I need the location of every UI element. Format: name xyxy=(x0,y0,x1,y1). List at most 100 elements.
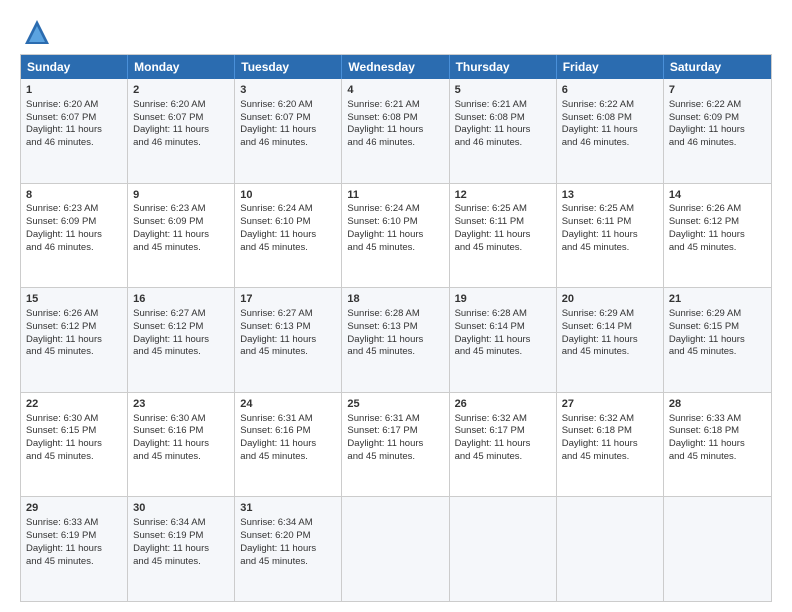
day-number: 9 xyxy=(133,188,229,203)
calendar-row: 22Sunrise: 6:30 AMSunset: 6:15 PMDayligh… xyxy=(21,392,771,497)
day-info-line: Daylight: 11 hours xyxy=(133,124,229,137)
day-info-line: and 45 minutes. xyxy=(26,556,122,569)
day-number: 10 xyxy=(240,188,336,203)
day-number: 16 xyxy=(133,292,229,307)
day-info-line: and 45 minutes. xyxy=(347,242,443,255)
calendar-empty-cell xyxy=(557,497,664,601)
calendar-day-cell: 31Sunrise: 6:34 AMSunset: 6:20 PMDayligh… xyxy=(235,497,342,601)
calendar-header-cell: Thursday xyxy=(450,55,557,79)
day-info-line: Sunset: 6:07 PM xyxy=(240,112,336,125)
day-number: 25 xyxy=(347,397,443,412)
calendar-day-cell: 6Sunrise: 6:22 AMSunset: 6:08 PMDaylight… xyxy=(557,79,664,183)
day-info-line: Sunset: 6:10 PM xyxy=(240,216,336,229)
day-info-line: Sunset: 6:14 PM xyxy=(562,321,658,334)
day-info-line: Daylight: 11 hours xyxy=(669,124,766,137)
day-number: 20 xyxy=(562,292,658,307)
calendar-day-cell: 5Sunrise: 6:21 AMSunset: 6:08 PMDaylight… xyxy=(450,79,557,183)
day-info-line: and 45 minutes. xyxy=(26,346,122,359)
calendar-day-cell: 26Sunrise: 6:32 AMSunset: 6:17 PMDayligh… xyxy=(450,393,557,497)
day-number: 3 xyxy=(240,83,336,98)
day-info-line: Sunrise: 6:20 AM xyxy=(26,99,122,112)
day-info-line: Sunset: 6:18 PM xyxy=(562,425,658,438)
calendar-header-cell: Friday xyxy=(557,55,664,79)
day-info-line: Sunrise: 6:26 AM xyxy=(669,203,766,216)
day-info-line: Sunrise: 6:24 AM xyxy=(347,203,443,216)
day-info-line: Sunset: 6:10 PM xyxy=(347,216,443,229)
calendar-empty-cell xyxy=(450,497,557,601)
day-info-line: and 46 minutes. xyxy=(669,137,766,150)
day-info-line: Daylight: 11 hours xyxy=(240,334,336,347)
logo-icon xyxy=(23,18,51,46)
calendar-day-cell: 7Sunrise: 6:22 AMSunset: 6:09 PMDaylight… xyxy=(664,79,771,183)
day-info-line: Sunset: 6:08 PM xyxy=(562,112,658,125)
day-info-line: Sunrise: 6:32 AM xyxy=(562,413,658,426)
day-info-line: Sunrise: 6:20 AM xyxy=(240,99,336,112)
day-number: 14 xyxy=(669,188,766,203)
day-info-line: Sunset: 6:12 PM xyxy=(26,321,122,334)
page: SundayMondayTuesdayWednesdayThursdayFrid… xyxy=(0,0,792,612)
day-info-line: Sunrise: 6:27 AM xyxy=(133,308,229,321)
day-info-line: and 45 minutes. xyxy=(240,556,336,569)
calendar-row: 15Sunrise: 6:26 AMSunset: 6:12 PMDayligh… xyxy=(21,287,771,392)
day-info-line: Sunset: 6:12 PM xyxy=(133,321,229,334)
day-info-line: and 46 minutes. xyxy=(562,137,658,150)
day-info-line: Sunset: 6:17 PM xyxy=(455,425,551,438)
day-info-line: and 45 minutes. xyxy=(133,242,229,255)
day-info-line: Sunrise: 6:27 AM xyxy=(240,308,336,321)
calendar-day-cell: 4Sunrise: 6:21 AMSunset: 6:08 PMDaylight… xyxy=(342,79,449,183)
calendar-day-cell: 3Sunrise: 6:20 AMSunset: 6:07 PMDaylight… xyxy=(235,79,342,183)
day-info-line: Sunrise: 6:28 AM xyxy=(455,308,551,321)
day-info-line: Daylight: 11 hours xyxy=(455,229,551,242)
calendar-day-cell: 22Sunrise: 6:30 AMSunset: 6:15 PMDayligh… xyxy=(21,393,128,497)
day-info-line: and 45 minutes. xyxy=(562,242,658,255)
calendar-day-cell: 20Sunrise: 6:29 AMSunset: 6:14 PMDayligh… xyxy=(557,288,664,392)
calendar-day-cell: 27Sunrise: 6:32 AMSunset: 6:18 PMDayligh… xyxy=(557,393,664,497)
day-info-line: Sunrise: 6:34 AM xyxy=(133,517,229,530)
day-info-line: Sunrise: 6:29 AM xyxy=(669,308,766,321)
day-info-line: Daylight: 11 hours xyxy=(240,438,336,451)
day-info-line: Daylight: 11 hours xyxy=(562,124,658,137)
calendar-day-cell: 21Sunrise: 6:29 AMSunset: 6:15 PMDayligh… xyxy=(664,288,771,392)
day-info-line: Sunset: 6:16 PM xyxy=(240,425,336,438)
day-number: 27 xyxy=(562,397,658,412)
day-info-line: and 46 minutes. xyxy=(26,137,122,150)
day-number: 17 xyxy=(240,292,336,307)
calendar-day-cell: 11Sunrise: 6:24 AMSunset: 6:10 PMDayligh… xyxy=(342,184,449,288)
logo xyxy=(20,18,51,46)
day-number: 8 xyxy=(26,188,122,203)
day-number: 24 xyxy=(240,397,336,412)
day-number: 1 xyxy=(26,83,122,98)
day-info-line: and 45 minutes. xyxy=(133,451,229,464)
day-info-line: and 45 minutes. xyxy=(669,451,766,464)
day-info-line: and 45 minutes. xyxy=(240,451,336,464)
day-info-line: and 45 minutes. xyxy=(240,242,336,255)
day-info-line: Daylight: 11 hours xyxy=(26,229,122,242)
day-info-line: Daylight: 11 hours xyxy=(26,124,122,137)
day-info-line: Daylight: 11 hours xyxy=(133,438,229,451)
day-info-line: Sunset: 6:17 PM xyxy=(347,425,443,438)
day-info-line: and 45 minutes. xyxy=(669,242,766,255)
day-info-line: and 45 minutes. xyxy=(455,346,551,359)
day-info-line: Sunset: 6:19 PM xyxy=(26,530,122,543)
calendar: SundayMondayTuesdayWednesdayThursdayFrid… xyxy=(20,54,772,602)
day-number: 31 xyxy=(240,501,336,516)
day-info-line: and 45 minutes. xyxy=(562,346,658,359)
calendar-row: 8Sunrise: 6:23 AMSunset: 6:09 PMDaylight… xyxy=(21,183,771,288)
calendar-day-cell: 8Sunrise: 6:23 AMSunset: 6:09 PMDaylight… xyxy=(21,184,128,288)
day-number: 28 xyxy=(669,397,766,412)
day-info-line: Daylight: 11 hours xyxy=(562,438,658,451)
day-info-line: Sunrise: 6:29 AM xyxy=(562,308,658,321)
day-info-line: and 46 minutes. xyxy=(240,137,336,150)
day-number: 30 xyxy=(133,501,229,516)
day-info-line: Sunrise: 6:20 AM xyxy=(133,99,229,112)
day-number: 22 xyxy=(26,397,122,412)
calendar-day-cell: 19Sunrise: 6:28 AMSunset: 6:14 PMDayligh… xyxy=(450,288,557,392)
calendar-row: 1Sunrise: 6:20 AMSunset: 6:07 PMDaylight… xyxy=(21,79,771,183)
day-info-line: Sunset: 6:14 PM xyxy=(455,321,551,334)
day-info-line: Daylight: 11 hours xyxy=(669,229,766,242)
calendar-body: 1Sunrise: 6:20 AMSunset: 6:07 PMDaylight… xyxy=(21,79,771,601)
calendar-day-cell: 18Sunrise: 6:28 AMSunset: 6:13 PMDayligh… xyxy=(342,288,449,392)
day-info-line: Daylight: 11 hours xyxy=(347,124,443,137)
calendar-day-cell: 16Sunrise: 6:27 AMSunset: 6:12 PMDayligh… xyxy=(128,288,235,392)
day-info-line: Daylight: 11 hours xyxy=(347,229,443,242)
